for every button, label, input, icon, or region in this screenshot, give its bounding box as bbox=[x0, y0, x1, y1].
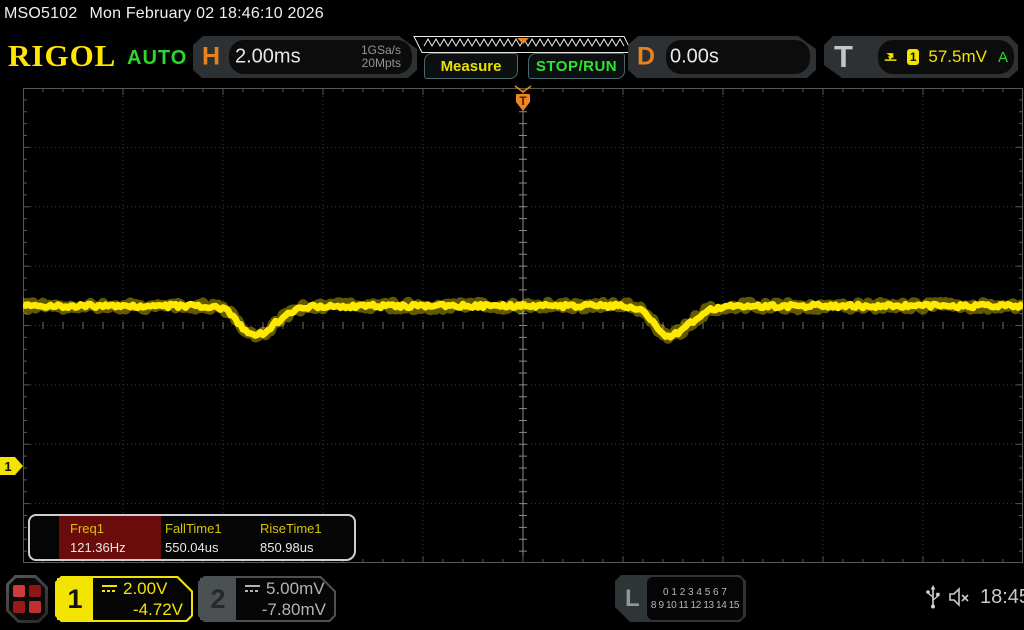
stop-run-button[interactable]: STOP/RUN bbox=[528, 53, 625, 79]
trigger-label: T bbox=[834, 39, 853, 75]
measurement-label: FallTime1 bbox=[165, 521, 222, 536]
channel-2-badge[interactable]: 2 5.00mV -7.80mV bbox=[198, 576, 336, 622]
trigger-source-badge: 1 bbox=[907, 49, 919, 65]
trigger-level-value: 57.5mV bbox=[928, 47, 987, 67]
horizontal-settings-button[interactable]: H 2.00ms 1GSa/s 20Mpts bbox=[193, 36, 417, 78]
timebase-value: 2.00ms bbox=[235, 46, 301, 69]
measurement-value: 850.98us bbox=[260, 540, 314, 555]
datetime-text: Mon February 02 18:46:10 2026 bbox=[89, 5, 323, 22]
speaker-muted-icon[interactable] bbox=[948, 586, 972, 608]
menu-grid-icon bbox=[9, 578, 45, 620]
delay-label: D bbox=[637, 43, 655, 72]
svg-text:1: 1 bbox=[4, 459, 11, 474]
measurement-label: RiseTime1 bbox=[260, 521, 322, 536]
svg-text:T: T bbox=[519, 94, 527, 108]
channel-2-offset: -7.80mV bbox=[262, 600, 326, 620]
waveform-overview-strip[interactable] bbox=[410, 36, 636, 53]
memory-depth: 20Mpts bbox=[361, 57, 401, 70]
clock-text: 18:45 bbox=[980, 586, 1024, 609]
falling-edge-icon bbox=[884, 49, 898, 65]
channel-1-offset: -4.72V bbox=[133, 600, 183, 620]
channel-1-badge[interactable]: 1 2.00V -4.72V bbox=[55, 576, 193, 622]
dc-coupling-icon bbox=[244, 584, 261, 594]
measurement-value: 550.04us bbox=[165, 540, 219, 555]
function-menu-button[interactable] bbox=[6, 575, 48, 623]
logic-channels-row1: 0 1 2 3 4 5 6 7 bbox=[663, 587, 727, 598]
ch1-ground-marker[interactable]: 1 bbox=[0, 456, 24, 476]
logic-label: L bbox=[625, 585, 640, 613]
channel-1-number: 1 bbox=[57, 578, 93, 620]
model-name: MSO5102 bbox=[4, 5, 77, 22]
graticule bbox=[23, 88, 1023, 563]
dc-coupling-icon bbox=[101, 584, 118, 594]
delay-settings-button[interactable]: D 0.00s bbox=[628, 36, 816, 78]
sample-rate-block: 1GSa/s 20Mpts bbox=[361, 44, 401, 70]
channel-2-scale: 5.00mV bbox=[266, 579, 325, 599]
trigger-position-marker[interactable]: T bbox=[513, 85, 533, 113]
logic-channels-badge[interactable]: L 0 1 2 3 4 5 6 7 8 9 10 11 12 13 14 15 bbox=[615, 575, 746, 622]
trigger-sweep-mode: A bbox=[998, 49, 1008, 66]
channel-2-number: 2 bbox=[200, 578, 236, 620]
measurement-results-panel: Freq1 121.36Hz FallTime1 550.04us RiseTi… bbox=[28, 514, 356, 561]
rigol-logo: RIGOL bbox=[8, 38, 116, 74]
measurement-value: 121.36Hz bbox=[70, 540, 126, 555]
usb-icon bbox=[926, 585, 940, 609]
waveform-display-area[interactable] bbox=[23, 88, 1023, 563]
delay-value: 0.00s bbox=[670, 46, 719, 69]
oscilloscope-screen: { "titlebar": { "model": "MSO5102", "dat… bbox=[0, 0, 1024, 630]
horizontal-label: H bbox=[202, 43, 220, 72]
acquisition-mode-label: AUTO bbox=[127, 47, 187, 70]
measure-button[interactable]: Measure bbox=[424, 53, 518, 79]
screen-title: MSO5102 Mon February 02 18:46:10 2026 bbox=[4, 5, 324, 23]
channel-1-scale: 2.00V bbox=[123, 579, 167, 599]
measurement-label: Freq1 bbox=[70, 521, 104, 536]
logic-channels-row2: 8 9 10 11 12 13 14 15 bbox=[651, 600, 739, 611]
trigger-settings-button[interactable]: T 1 57.5mV A bbox=[824, 36, 1018, 78]
